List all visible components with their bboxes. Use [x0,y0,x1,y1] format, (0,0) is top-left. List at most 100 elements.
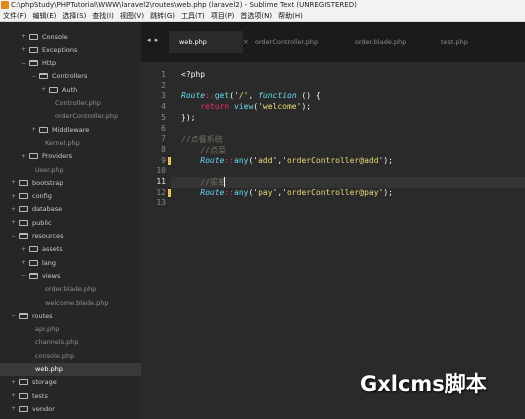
tab-ordercontroller-php[interactable]: orderController.php [245,31,341,53]
file-item[interactable]: channels.php [0,336,141,349]
code-line[interactable]: //买单 [181,177,226,188]
expand-arrow-icon[interactable]: + [10,206,17,213]
menu-item[interactable]: 选择(S) [59,11,89,21]
tab-test-php[interactable]: test.php [431,31,491,53]
code-line[interactable]: Route::any('add','orderController@add'); [181,156,393,167]
code-editor[interactable]: 1 2 3 4 5 6 7 8 9 10 11 12 13 <?phpRoute::get('/', f… [141,62,525,419]
folder-item[interactable]: − routes [0,309,141,322]
folder-item[interactable]: + Auth [0,83,141,96]
file-item[interactable]: Kernel.php [0,136,141,149]
expand-arrow-icon[interactable]: + [30,126,37,133]
expand-arrow-icon[interactable]: + [10,392,17,399]
tree-item-label: bootstrap [32,178,64,187]
folder-item[interactable]: + Middleware [0,123,141,136]
expand-arrow-icon[interactable]: + [40,86,47,93]
line-number: 11 [156,177,166,186]
expand-arrow-icon[interactable]: + [10,193,17,200]
collapse-arrow-icon[interactable]: − [10,312,17,319]
file-item[interactable]: orderController.php [0,110,141,123]
tree-item-label: database [32,205,63,214]
file-item[interactable]: web.php [0,362,141,376]
code-line[interactable]: return view('welcome'); [181,102,311,113]
file-item[interactable]: order.blade.php [0,283,141,296]
code-line[interactable]: <?php [181,70,205,81]
folder-item[interactable]: + database [0,203,141,216]
folder-item[interactable]: − resources [0,230,141,243]
folder-item[interactable]: + config [0,190,141,203]
code-token: <?php [181,70,206,79]
code-token: ',' [272,187,287,197]
folder-item[interactable]: + Exceptions [0,43,141,56]
tab-order-blade-php[interactable]: order.blade.php [345,31,427,53]
tree-item-label: Controller.php [55,99,101,107]
menu-item[interactable]: 帮助(H) [275,11,306,21]
code-line[interactable]: Route::any('pay','orderController@pay'); [181,188,393,199]
expand-arrow-icon[interactable]: + [10,405,17,412]
tree-item-label: tests [32,391,48,400]
line-number: 3 [161,91,166,101]
menu-item[interactable]: 跳转(G) [147,11,178,21]
expand-arrow-icon[interactable]: + [20,33,27,40]
menu-item[interactable]: 工具(T) [178,11,208,21]
expand-arrow-icon[interactable]: + [20,246,27,253]
tree-item-label: Http [42,59,57,68]
folder-icon [29,153,38,160]
folder-icon [29,246,38,253]
tree-item-label: Kernel.php [45,138,80,147]
collapse-arrow-icon[interactable]: − [10,233,17,240]
file-item[interactable]: console.php [0,349,141,362]
code-line[interactable]: //点菜 [181,145,226,156]
menu-item[interactable]: 视图(V) [117,11,147,21]
folder-item[interactable]: + storage [0,376,141,389]
menu-item[interactable]: 文件(F) [0,11,30,21]
line-number: 9 [161,155,166,165]
tree-item-label: api.php [35,325,60,334]
expand-arrow-icon[interactable]: + [10,379,17,386]
expand-arrow-icon[interactable]: + [10,179,17,186]
code-token: :: [224,187,234,197]
expand-arrow-icon[interactable]: + [20,259,27,266]
folder-item[interactable]: + Providers [0,150,141,163]
folder-item[interactable]: + Console [0,30,141,43]
modified-line-marker [168,188,171,197]
file-item[interactable]: welcome.blade.php [0,296,141,309]
tab-nav-arrows-icon[interactable]: ◂ ▸ [147,36,159,44]
folder-item[interactable]: + bootstrap [0,176,141,189]
open-folder-icon [39,73,48,80]
menu-item[interactable]: 首选项(N) [237,11,275,21]
code-line[interactable]: }); [181,113,195,124]
tab-web-php[interactable]: web.php × [169,31,249,53]
expand-arrow-icon[interactable]: + [20,153,27,160]
expand-arrow-icon[interactable]: + [20,46,27,53]
folder-item[interactable]: + tests [0,389,141,402]
menu-item[interactable]: 编辑(E) [30,11,60,21]
folder-icon [49,86,58,93]
code-token: orderController@add [287,155,379,165]
code-line[interactable]: Route::get('/', function () { [181,91,321,102]
folder-item[interactable]: − views [0,269,141,282]
line-number-gutter: 1 2 3 4 5 6 7 8 9 10 11 12 13 [141,62,171,419]
collapse-arrow-icon[interactable]: − [20,272,27,279]
expand-arrow-icon[interactable]: + [10,219,17,226]
folder-item[interactable]: + public [0,216,141,229]
code-token: any [234,187,249,197]
folder-icon [19,379,28,386]
code-line[interactable]: //点餐系统 [181,134,223,145]
file-item[interactable]: User.php [0,163,141,176]
collapse-arrow-icon[interactable]: − [20,60,27,67]
code-token: welcome [262,102,297,112]
folder-item[interactable]: − Controllers [0,70,141,83]
collapse-arrow-icon[interactable]: − [30,73,37,80]
code-token: function [258,91,297,101]
file-item[interactable]: Controller.php [0,97,141,110]
menu-item[interactable]: 查找(I) [89,11,117,21]
file-item[interactable]: api.php [0,323,141,336]
folder-item[interactable]: + vendor [0,402,141,415]
menu-item[interactable]: 项目(P) [208,11,238,21]
folder-icon [29,46,38,53]
folder-item[interactable]: − Http [0,57,141,70]
folder-item[interactable]: + assets [0,243,141,256]
folder-item[interactable]: + lang [0,256,141,269]
